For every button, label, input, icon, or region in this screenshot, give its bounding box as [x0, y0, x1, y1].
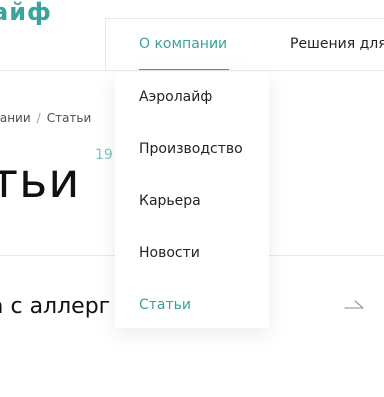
breadcrumb-separator: /	[36, 111, 41, 125]
breadcrumb-item-about[interactable]: пании	[0, 111, 31, 125]
articles-count: 19	[95, 147, 113, 163]
breadcrumb-item-articles: Статьи	[46, 111, 92, 125]
header-vertical-divider	[105, 18, 106, 70]
header-top-divider	[105, 18, 384, 19]
arrow-icon[interactable]	[343, 297, 365, 313]
dropdown-item-career[interactable]: Карьера	[139, 193, 201, 209]
article-title[interactable]: а с аллерг	[0, 294, 110, 319]
page-title: тьи	[0, 153, 81, 209]
breadcrumb: пании / Статьи	[0, 111, 91, 125]
dropdown-item-news[interactable]: Новости	[139, 245, 200, 261]
nav-item-about[interactable]: О компании	[139, 36, 227, 52]
logo[interactable]: айф	[0, 0, 52, 26]
about-dropdown-menu: Аэролайф Производство Карьера Новости Ст…	[115, 72, 269, 328]
dropdown-item-aerolife[interactable]: Аэролайф	[139, 89, 212, 105]
header-bottom-divider	[0, 70, 384, 71]
dropdown-item-production[interactable]: Производство	[139, 141, 243, 157]
nav-item-solutions[interactable]: Решения для	[290, 36, 384, 52]
dropdown-item-articles[interactable]: Статьи	[139, 297, 191, 313]
